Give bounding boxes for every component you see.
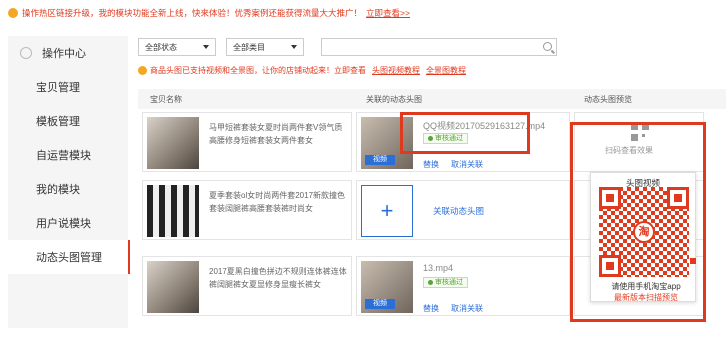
replace-button[interactable]: 替换: [423, 160, 439, 169]
search-icon[interactable]: [543, 42, 552, 51]
sidebar-item-dynamic-header[interactable]: 动态头图管理: [8, 240, 130, 274]
product-title[interactable]: 马甲短裤套装女夏时尚两件套V领气质高腰修身短裤套装女两件套女: [209, 121, 349, 147]
highlight-box: [400, 112, 530, 154]
item-cell: 马甲短裤套装女夏时尚两件套V领气质高腰修身短裤套装女两件套女: [142, 112, 352, 172]
column-item: 宝贝名称: [150, 95, 182, 104]
column-linked: 关联的动态头图: [366, 95, 422, 104]
banner-link[interactable]: 立即查看>>: [366, 7, 410, 19]
qr-finder: [667, 187, 689, 209]
taobao-logo-icon: 淘: [633, 221, 655, 243]
corner-marker: [690, 258, 696, 264]
video-tag: 视频: [365, 299, 395, 309]
sidebar-item-user-says[interactable]: 用户说模块: [8, 206, 128, 240]
chevron-down-icon: [203, 45, 209, 49]
qr-finder: [599, 187, 621, 209]
product-title[interactable]: 夏季套装ol女时尚两件套2017新款撞色套装阔腿裤高腰套装裤时尚女: [209, 189, 349, 215]
add-icon[interactable]: +: [361, 185, 413, 237]
search-input[interactable]: [321, 38, 557, 56]
popup-line2: 最新版本扫描预览: [614, 293, 678, 302]
chevron-down-icon: [291, 45, 297, 49]
panorama-tutorial-link[interactable]: 全景图教程: [426, 65, 466, 76]
operation-center-icon: [20, 47, 32, 59]
product-image: [147, 117, 199, 169]
status-badge: 审核通过: [423, 277, 468, 288]
linked-cell: + 关联动态头图: [356, 180, 570, 240]
product-image: [147, 261, 199, 313]
video-tag: 视频: [365, 155, 395, 165]
banner-text: 操作热区链接升级，我的模块功能全新上线，快来体验！优秀案例还能获得流量大大推广！: [22, 8, 363, 18]
linked-cell: 视频 13.mp4 审核通过 替换 取消关联: [356, 256, 570, 316]
row-actions: 替换 取消关联: [423, 159, 483, 170]
sidebar-header-label: 操作中心: [42, 48, 86, 60]
table-header: 宝贝名称 关联的动态头图 动态头图预览: [138, 89, 726, 109]
item-cell: 夏季套装ol女时尚两件套2017新款撞色套装阔腿裤高腰套装裤时尚女: [142, 180, 352, 240]
status-select-value: 全部状态: [145, 42, 177, 52]
product-title[interactable]: 2017夏黑白撞色拼边不规则连体裤连体裤阔腿裤女夏显修身显瘦长裤女: [209, 265, 349, 291]
unlink-button[interactable]: 取消关联: [451, 304, 483, 313]
category-select-value: 全部类目: [233, 42, 265, 52]
top-banner: 操作热区链接升级，我的模块功能全新上线，快来体验！优秀案例还能获得流量大大推广！…: [0, 0, 726, 26]
column-preview: 动态头图预览: [584, 95, 632, 104]
notice-icon: [138, 66, 147, 75]
sidebar-item-self-operated[interactable]: 自运营模块: [8, 138, 128, 172]
row-actions: 替换 取消关联: [423, 303, 483, 314]
category-select[interactable]: 全部类目: [226, 38, 304, 56]
item-cell: 2017夏黑白撞色拼边不规则连体裤连体裤阔腿裤女夏显修身显瘦长裤女: [142, 256, 352, 316]
popup-line1: 请使用手机淘宝app: [611, 282, 681, 291]
sidebar-item-products[interactable]: 宝贝管理: [8, 70, 128, 104]
video-thumbnail[interactable]: 视频: [361, 261, 413, 313]
replace-button[interactable]: 替换: [423, 304, 439, 313]
qrcode-image: 淘: [599, 187, 689, 277]
notice-text: 商品头图已支持视频和全景图，让你的店铺动起来！立即查看: [150, 66, 366, 75]
link-dynamic-header-button[interactable]: 关联动态头图: [433, 205, 484, 217]
unlink-button[interactable]: 取消关联: [451, 160, 483, 169]
sidebar: 操作中心 宝贝管理 模板管理 自运营模块 我的模块 用户说模块 动态头图管理: [8, 36, 130, 328]
video-tutorial-link[interactable]: 头图视频教程: [372, 65, 420, 76]
video-filename: 13.mp4: [423, 263, 454, 273]
notice-bar: 商品头图已支持视频和全景图，让你的店铺动起来！立即查看 头图视频教程 全景图教程: [138, 65, 466, 76]
qr-popup: 头图视频 淘 请使用手机淘宝app 最新版本扫描预览: [590, 172, 696, 302]
product-image: [147, 185, 199, 237]
qr-finder: [599, 255, 621, 277]
sidebar-item-my-modules[interactable]: 我的模块: [8, 172, 128, 206]
bell-icon: [8, 8, 18, 18]
sidebar-header: 操作中心: [8, 36, 128, 70]
status-select[interactable]: 全部状态: [138, 38, 216, 56]
filter-bar: 全部状态 全部类目: [138, 36, 726, 58]
sidebar-item-templates[interactable]: 模板管理: [8, 104, 128, 138]
